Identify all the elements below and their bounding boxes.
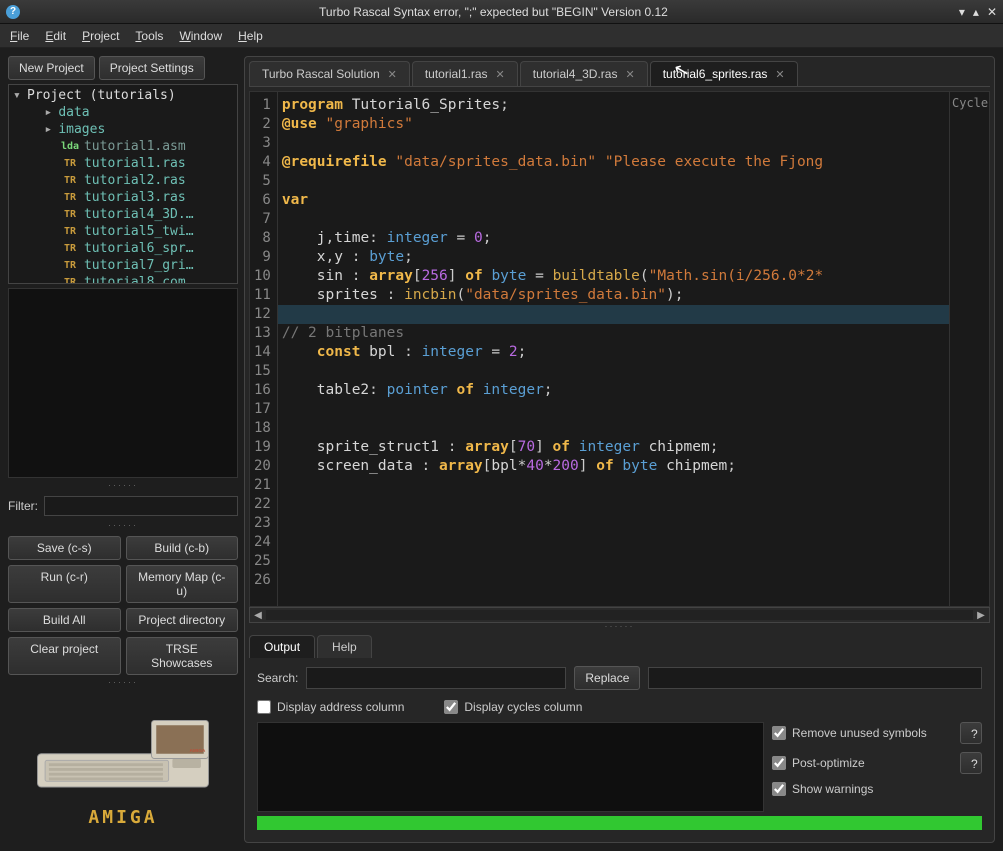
scroll-right-icon[interactable]: ▶	[973, 610, 989, 621]
system-label: AMIGA	[8, 807, 238, 828]
tree-item[interactable]: TRtutorial6_spr…	[11, 240, 235, 257]
menu-tools[interactable]: Tools	[135, 29, 163, 43]
left-panel: New Project Project Settings ▾Project (t…	[8, 56, 238, 843]
build-button[interactable]: Build (c-b)	[126, 536, 239, 560]
help-remove-unused-button[interactable]: ?	[960, 722, 982, 744]
splitter-handle[interactable]: ······	[249, 623, 990, 631]
close-icon[interactable]: ✕	[496, 68, 505, 81]
output-log[interactable]	[257, 722, 764, 812]
system-image-box: AMIGA AMIGA	[8, 695, 238, 828]
tab-output[interactable]: Output	[249, 635, 315, 658]
search-label: Search:	[257, 671, 298, 685]
splitter-handle[interactable]: ······	[8, 482, 238, 490]
close-icon[interactable]: ✕	[388, 68, 397, 81]
editor-tab[interactable]: tutorial1.ras✕	[412, 61, 518, 86]
trse-showcases-button[interactable]: TRSE Showcases	[126, 637, 239, 675]
editor-tab[interactable]: tutorial4_3D.ras✕	[520, 61, 648, 86]
window-title: Turbo Rascal Syntax error, ";" expected …	[28, 5, 959, 19]
remove-unused-checkbox[interactable]: Remove unused symbols	[772, 726, 927, 740]
amiga-icon: AMIGA	[28, 699, 218, 799]
progress-bar	[257, 816, 982, 830]
project-tree[interactable]: ▾Project (tutorials) ▸data ▸images ldatu…	[8, 84, 238, 284]
run-button[interactable]: Run (c-r)	[8, 565, 121, 603]
replace-button[interactable]: Replace	[574, 666, 640, 690]
tree-item[interactable]: ▸data	[11, 104, 235, 121]
maximize-button[interactable]: ▴	[973, 5, 979, 19]
menubar: File Edit Project Tools Window Help	[0, 24, 1003, 48]
tab-help[interactable]: Help	[317, 635, 372, 658]
filter-label: Filter:	[8, 499, 38, 513]
menu-project[interactable]: Project	[82, 29, 119, 43]
memory-map-button[interactable]: Memory Map (c-u)	[126, 565, 239, 603]
cycles-column: Cycles	[949, 92, 989, 606]
tree-item[interactable]: ▸images	[11, 121, 235, 138]
display-address-checkbox[interactable]: Display address column	[257, 700, 404, 714]
tree-item[interactable]: TRtutorial1.ras	[11, 155, 235, 172]
new-project-button[interactable]: New Project	[8, 56, 95, 80]
tree-root[interactable]: Project (tutorials)	[27, 88, 176, 103]
tree-item[interactable]: TRtutorial3.ras	[11, 189, 235, 206]
line-gutter: 1234567891011121314151617181920212223242…	[250, 92, 278, 606]
project-settings-button[interactable]: Project Settings	[99, 56, 205, 80]
clear-project-button[interactable]: Clear project	[8, 637, 121, 675]
tree-item[interactable]: TRtutorial8_com…	[11, 274, 235, 284]
titlebar: ? Turbo Rascal Syntax error, ";" expecte…	[0, 0, 1003, 24]
menu-edit[interactable]: Edit	[45, 29, 66, 43]
bottom-panel: Search: Replace Display address column D…	[249, 658, 990, 838]
tree-item[interactable]: ldatutorial1.asm	[11, 138, 235, 155]
search-input[interactable]	[306, 667, 566, 689]
editor-tab[interactable]: Turbo Rascal Solution✕	[249, 61, 410, 86]
menu-window[interactable]: Window	[179, 29, 222, 43]
tree-item[interactable]: TRtutorial4_3D.…	[11, 206, 235, 223]
close-icon[interactable]: ✕	[625, 68, 634, 81]
project-directory-button[interactable]: Project directory	[126, 608, 239, 632]
tree-item[interactable]: TRtutorial5_twi…	[11, 223, 235, 240]
editor-tab[interactable]: tutorial6_sprites.ras✕	[650, 61, 798, 86]
scroll-left-icon[interactable]: ◀	[250, 610, 266, 621]
code-editor[interactable]: 1234567891011121314151617181920212223242…	[249, 91, 990, 607]
code-area[interactable]: program Tutorial6_Sprites; @use "graphic…	[278, 92, 949, 606]
output-tabs: Output Help	[249, 635, 990, 658]
menu-file[interactable]: File	[10, 29, 29, 43]
show-warnings-checkbox[interactable]: Show warnings	[772, 782, 873, 796]
tree-item[interactable]: TRtutorial2.ras	[11, 172, 235, 189]
svg-text:AMIGA: AMIGA	[190, 748, 206, 754]
build-all-button[interactable]: Build All	[8, 608, 121, 632]
preview-box	[8, 288, 238, 478]
help-post-optimize-button[interactable]: ?	[960, 752, 982, 774]
replace-input[interactable]	[648, 667, 982, 689]
splitter-handle[interactable]: ······	[8, 679, 238, 687]
close-button[interactable]: ✕	[987, 5, 997, 19]
menu-help[interactable]: Help	[238, 29, 263, 43]
tree-item[interactable]: TRtutorial7_gri…	[11, 257, 235, 274]
help-icon[interactable]: ?	[6, 5, 20, 19]
display-cycles-checkbox[interactable]: Display cycles column	[444, 700, 582, 714]
save-button[interactable]: Save (c-s)	[8, 536, 121, 560]
post-optimize-checkbox[interactable]: Post-optimize	[772, 756, 865, 770]
editor-tabs: Turbo Rascal Solution✕tutorial1.ras✕tuto…	[249, 61, 990, 87]
minimize-button[interactable]: ▾	[959, 5, 965, 19]
close-icon[interactable]: ✕	[775, 68, 784, 81]
splitter-handle[interactable]: ······	[8, 522, 238, 530]
filter-input[interactable]	[44, 496, 238, 516]
right-panel: Turbo Rascal Solution✕tutorial1.ras✕tuto…	[244, 56, 995, 843]
